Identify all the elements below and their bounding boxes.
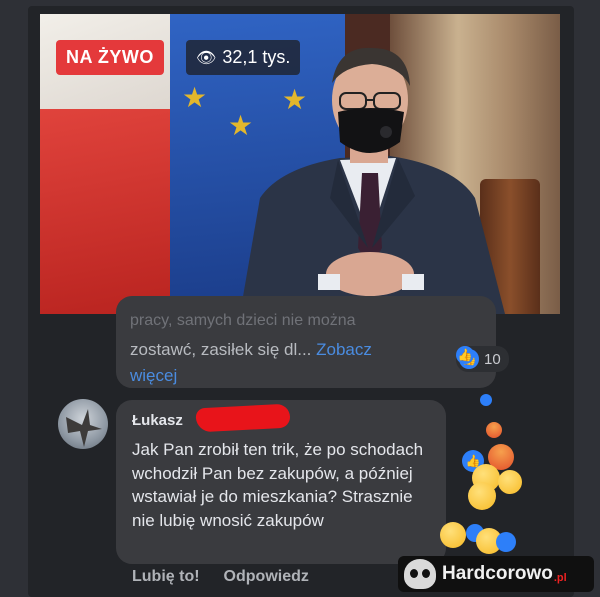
comment-actions: Lubię to! Odpowiedz [132,568,333,586]
reaction-count: 10 [484,350,501,368]
floating-like-icon: 👍 [456,346,474,364]
see-more-link-continued[interactable]: więcej [130,366,177,386]
comment-text: Jak Pan zrobił ten trik, że po schodach … [132,440,424,530]
user-avatar-image [66,409,102,447]
floating-laugh-icon [498,470,522,494]
floating-laugh-icon [440,522,466,548]
site-watermark: Hardcorowo .pl [398,556,594,592]
reply-button[interactable]: Odpowiedz [224,568,309,585]
previous-comment-faded-line: pracy, samych dzieci nie można [130,312,356,329]
eu-star-icon: ★ [182,82,208,113]
viewer-count-badge: 👁 32,1 tys. [186,40,301,75]
see-more-link[interactable]: Zobacz [316,340,372,359]
speaker-figure [240,47,505,314]
floating-like-icon [480,394,492,406]
viewer-count: 32,1 tys. [222,47,291,67]
previous-comment-text: zostawć, zasiłek się dl... [130,340,317,359]
avatar[interactable] [58,399,108,449]
eye-icon: 👁 [196,50,217,67]
watermark-suffix: .pl [553,572,567,584]
redaction-scribble [195,403,291,433]
live-stream-frame: ★ ★ ★ NA ŻYWO 👁 32,1 tys. pracy, samych … [28,6,574,597]
comment-author[interactable]: Łukasz [132,412,183,429]
skull-icon [404,559,436,589]
previous-comment-bubble: pracy, samych dzieci nie można zostawć, … [116,296,496,388]
floating-like-icon [496,532,516,552]
floating-laugh-icon [468,482,496,510]
previous-comment-line: zostawć, zasiłek się dl... Zobacz [130,340,372,360]
floating-angry-icon [486,422,502,438]
comment-bubble: Łukasz Jak Pan zrobił ten trik, że po sc… [116,400,446,564]
live-video[interactable]: ★ ★ ★ NA ŻYWO 👁 32,1 tys. [40,14,560,314]
like-comment-button[interactable]: Lubię to! [132,568,200,585]
watermark-name: Hardcorowo [442,563,553,584]
live-badge: NA ŻYWO [56,40,164,75]
